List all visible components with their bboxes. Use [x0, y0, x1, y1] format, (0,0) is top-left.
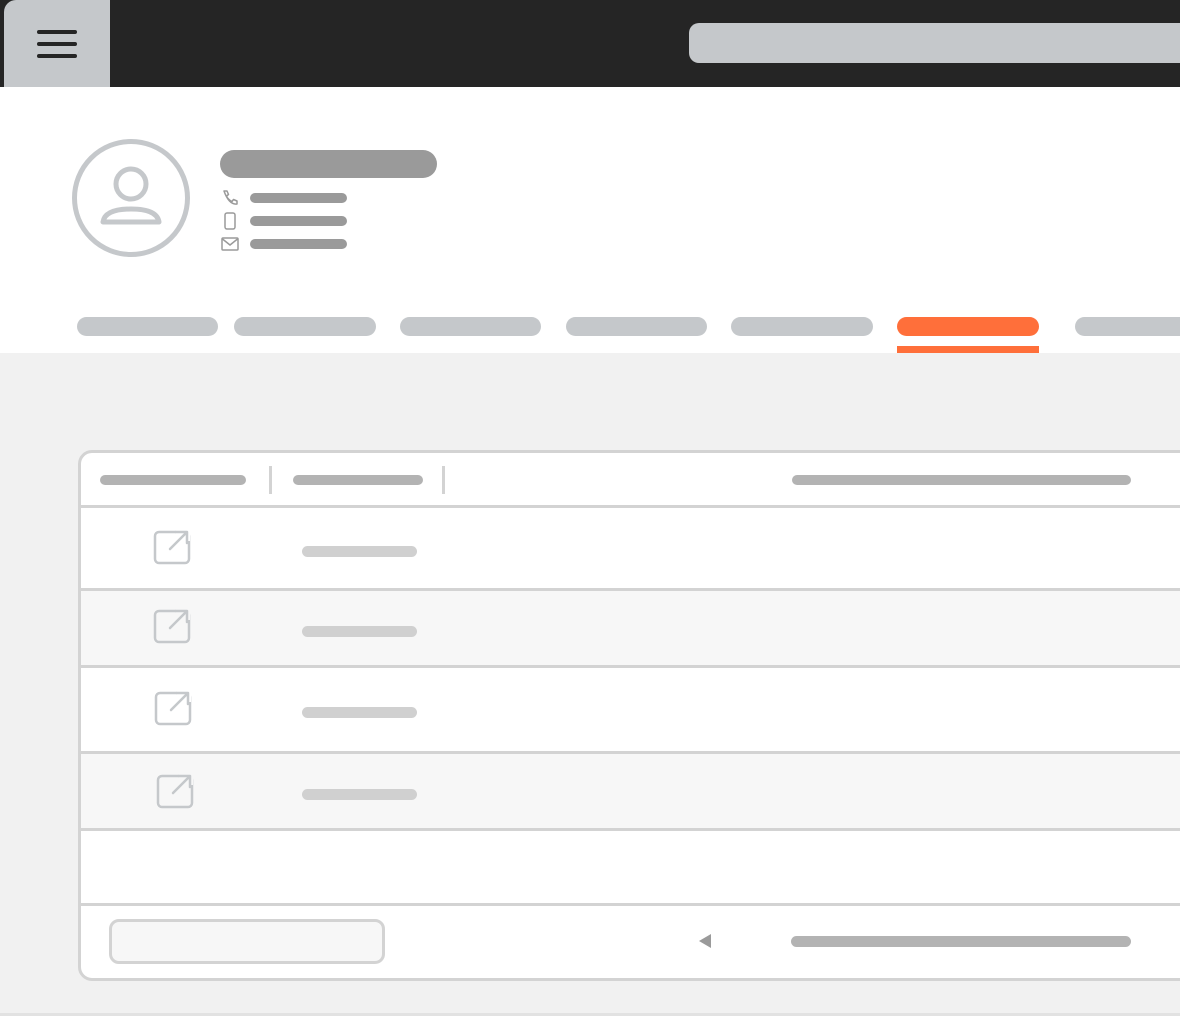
- search-input[interactable]: [689, 23, 1180, 63]
- table-cell: [302, 626, 417, 637]
- tab-7[interactable]: [1075, 317, 1180, 336]
- table-row[interactable]: [81, 668, 1180, 754]
- table-header: [81, 453, 1180, 508]
- hamburger-menu-icon: [37, 29, 77, 58]
- contact-phone-row: [220, 189, 347, 207]
- table-cell: [302, 546, 417, 557]
- profile-header: [0, 87, 1180, 353]
- tab-3[interactable]: [400, 317, 541, 336]
- data-table: [78, 450, 1180, 981]
- edit-external-icon[interactable]: [155, 770, 195, 810]
- tab-4[interactable]: [566, 317, 707, 336]
- column-resize-handle[interactable]: [269, 466, 272, 494]
- top-bar: [0, 0, 1180, 87]
- mobile-phone-icon: [220, 212, 240, 230]
- table-row[interactable]: [81, 591, 1180, 668]
- contact-mobile-row: [220, 212, 347, 230]
- mail-icon: [220, 235, 240, 253]
- edit-external-icon[interactable]: [153, 687, 193, 727]
- tab-6-active[interactable]: [897, 317, 1039, 336]
- edit-external-icon[interactable]: [152, 526, 192, 566]
- table-cell: [302, 707, 417, 718]
- edit-external-icon[interactable]: [152, 605, 192, 645]
- user-avatar-icon: [72, 139, 190, 257]
- table-cell: [302, 789, 417, 800]
- column-header-2[interactable]: [293, 475, 423, 485]
- tab-1[interactable]: [77, 317, 218, 336]
- column-resize-handle[interactable]: [442, 466, 445, 494]
- column-header-3[interactable]: [792, 475, 1131, 485]
- tab-2[interactable]: [234, 317, 376, 336]
- contact-name: [220, 150, 437, 178]
- contact-email-value: [250, 239, 347, 249]
- table-footer: [81, 903, 1180, 978]
- contact-mobile-value: [250, 216, 347, 226]
- phone-icon: [220, 189, 240, 207]
- table-row[interactable]: [81, 754, 1180, 831]
- page-size-input[interactable]: [109, 919, 385, 964]
- menu-button[interactable]: [4, 0, 110, 87]
- pagination-info: [791, 936, 1131, 947]
- column-header-1[interactable]: [100, 475, 246, 485]
- contact-phone-value: [250, 193, 347, 203]
- active-tab-indicator: [897, 346, 1039, 353]
- table-row[interactable]: [81, 508, 1180, 591]
- contact-email-row: [220, 235, 347, 253]
- triangle-left-icon[interactable]: [695, 931, 715, 951]
- table-empty-row: [81, 831, 1180, 906]
- tab-5[interactable]: [731, 317, 873, 336]
